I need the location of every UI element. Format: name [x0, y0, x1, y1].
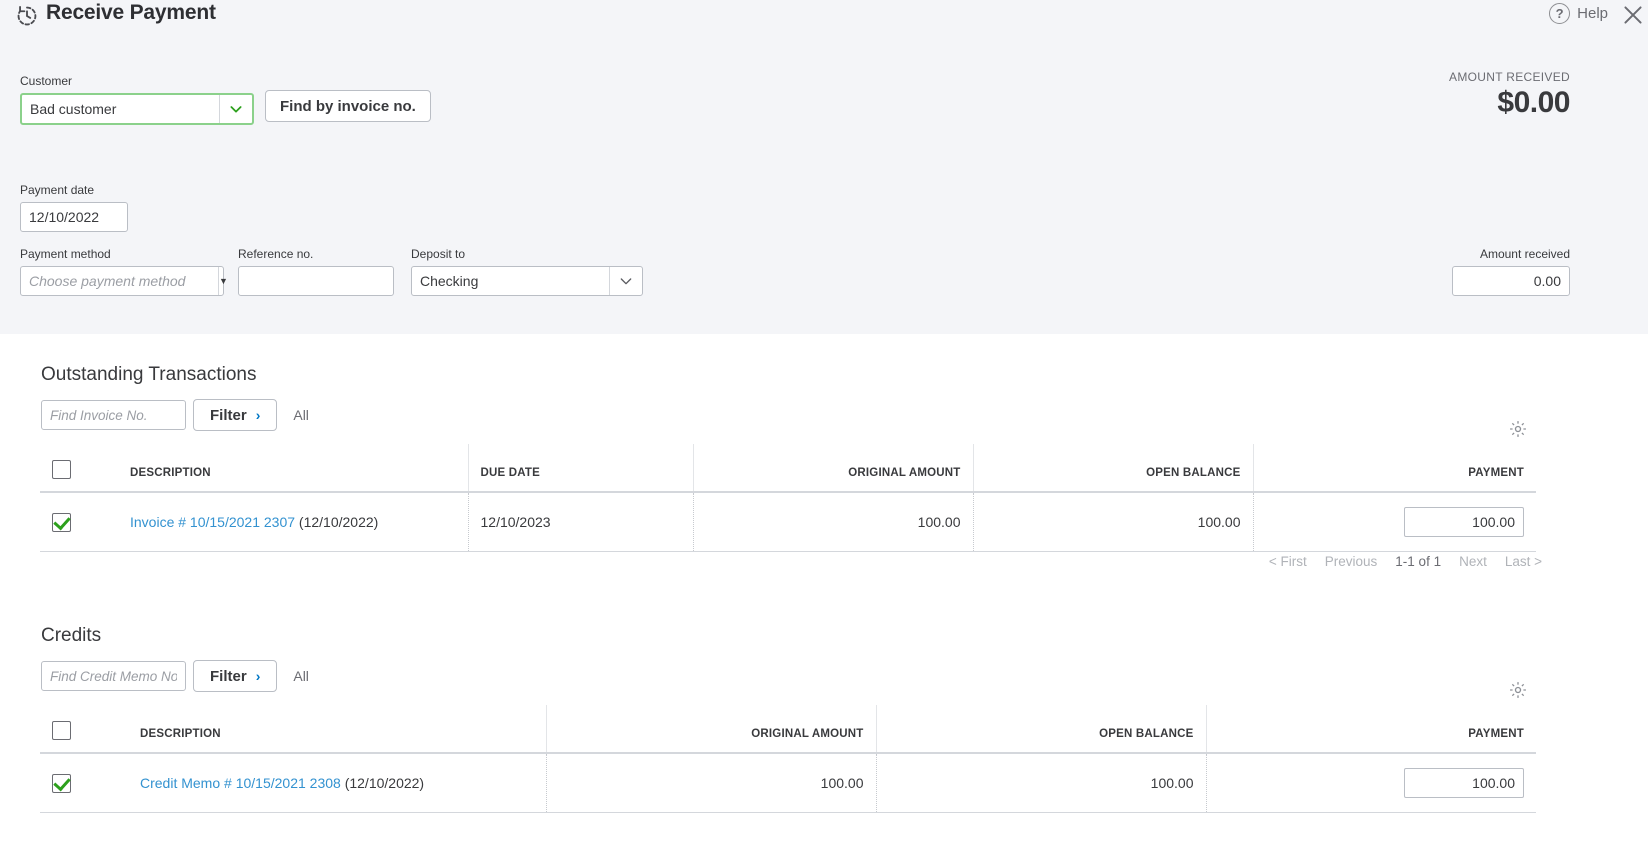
customer-input[interactable]: [22, 95, 219, 123]
chevron-right-icon: ›: [256, 668, 261, 684]
table-row: Credit Memo # 10/15/2021 2308 (12/10/202…: [40, 753, 1536, 813]
outstanding-toolbar: Filter › All: [41, 399, 309, 431]
credits-row-open-balance: 100.00: [876, 753, 1206, 813]
credits-all-label[interactable]: All: [293, 668, 309, 684]
amount-received-display: AMOUNT RECEIVED $0.00: [1449, 70, 1570, 120]
outstanding-row-open-balance: 100.00: [973, 492, 1253, 552]
reference-no-input[interactable]: [238, 266, 394, 296]
pager-next[interactable]: Next: [1459, 554, 1487, 569]
credits-col-original-amount: ORIGINAL AMOUNT: [546, 705, 876, 753]
credits-row-payment-cell: [1206, 753, 1536, 813]
outstanding-col-original-amount: ORIGINAL AMOUNT: [693, 444, 973, 492]
outstanding-row-payment-cell: [1253, 492, 1536, 552]
reference-no-label: Reference no.: [238, 247, 394, 261]
credits-toolbar: Filter › All: [41, 660, 309, 692]
find-invoice-input[interactable]: [41, 400, 186, 430]
payment-date-group: Payment date: [20, 183, 128, 232]
page-header: Receive Payment ? Help: [0, 0, 1648, 36]
outstanding-row-due-date: 12/10/2023: [468, 492, 693, 552]
customer-label: Customer: [20, 74, 254, 88]
question-circle-icon: ?: [1549, 3, 1570, 24]
credits-row-original-amount: 100.00: [546, 753, 876, 813]
chevron-down-icon[interactable]: [219, 95, 252, 123]
credits-gear-icon[interactable]: [1508, 680, 1528, 700]
payment-method-label: Payment method: [20, 247, 224, 261]
pager-last[interactable]: Last >: [1505, 554, 1542, 569]
credit-memo-date-suffix: (12/10/2022): [341, 775, 424, 791]
find-by-invoice-button[interactable]: Find by invoice no.: [265, 90, 431, 122]
amount-received-field-label: Amount received: [1452, 247, 1570, 261]
filter-label: Filter: [210, 668, 247, 685]
credits-row-description: Credit Memo # 10/15/2021 2308 (12/10/202…: [128, 753, 546, 813]
deposit-to-label: Deposit to: [411, 247, 643, 261]
deposit-to-group: Deposit to: [411, 247, 643, 296]
outstanding-col-open-balance: OPEN BALANCE: [973, 444, 1253, 492]
outstanding-gear-icon[interactable]: [1508, 419, 1528, 439]
invoice-link[interactable]: Invoice # 10/15/2021 2307: [130, 514, 295, 530]
find-credit-memo-input[interactable]: [41, 661, 186, 691]
outstanding-select-all-checkbox[interactable]: [52, 460, 71, 479]
outstanding-row-select-cell: [40, 492, 118, 552]
triangle-down-icon[interactable]: ▼: [218, 267, 228, 295]
pager-first[interactable]: < First: [1269, 554, 1307, 569]
outstanding-all-label[interactable]: All: [293, 407, 309, 423]
amount-received-input[interactable]: [1452, 266, 1570, 296]
credits-header-row: DESCRIPTION ORIGINAL AMOUNT OPEN BALANCE…: [40, 705, 1536, 753]
credits-filter-button[interactable]: Filter ›: [193, 660, 277, 692]
payment-method-group: Payment method ▼: [20, 247, 224, 296]
outstanding-col-payment: PAYMENT: [1253, 444, 1536, 492]
payment-method-input[interactable]: [21, 267, 218, 295]
credits-col-payment: PAYMENT: [1206, 705, 1536, 753]
outstanding-col-due-date: DUE DATE: [468, 444, 693, 492]
filter-label: Filter: [210, 407, 247, 424]
credits-payment-input[interactable]: [1404, 768, 1524, 798]
outstanding-title: Outstanding Transactions: [41, 364, 309, 386]
history-clock-icon[interactable]: [14, 3, 40, 29]
outstanding-payment-input[interactable]: [1404, 507, 1524, 537]
chevron-right-icon: ›: [256, 407, 261, 423]
payment-date-input[interactable]: [20, 202, 128, 232]
credits-select-all-checkbox[interactable]: [52, 721, 71, 740]
payment-method-combobox[interactable]: ▼: [20, 266, 224, 296]
pager-range: 1-1 of 1: [1395, 554, 1441, 569]
customer-field-group: Customer: [20, 74, 254, 125]
help-label: Help: [1577, 5, 1608, 22]
outstanding-row-checkbox[interactable]: [52, 513, 71, 532]
outstanding-filter-button[interactable]: Filter ›: [193, 399, 277, 431]
outstanding-table: DESCRIPTION DUE DATE ORIGINAL AMOUNT OPE…: [40, 444, 1536, 552]
outstanding-pagination: < First Previous 1-1 of 1 Next Last >: [1269, 554, 1542, 569]
credits-col-description: DESCRIPTION: [128, 705, 546, 753]
amount-received-value: $0.00: [1449, 86, 1570, 120]
invoice-date-suffix: (12/10/2022): [295, 514, 378, 530]
deposit-to-combobox[interactable]: [411, 266, 643, 296]
credits-row-checkbox[interactable]: [52, 774, 71, 793]
outstanding-header-row: DESCRIPTION DUE DATE ORIGINAL AMOUNT OPE…: [40, 444, 1536, 492]
credit-memo-link[interactable]: Credit Memo # 10/15/2021 2308: [140, 775, 341, 791]
credits-row-select-cell: [40, 753, 128, 813]
customer-combobox[interactable]: [20, 93, 254, 125]
credits-select-all-cell: [40, 705, 128, 753]
credits-table: DESCRIPTION ORIGINAL AMOUNT OPEN BALANCE…: [40, 705, 1536, 813]
help-button[interactable]: ? Help: [1549, 3, 1608, 24]
deposit-to-input[interactable]: [412, 267, 609, 295]
chevron-down-icon[interactable]: [609, 267, 642, 295]
outstanding-select-all-cell: [40, 444, 118, 492]
receive-payment-page: Receive Payment ? Help Customer Find: [0, 0, 1648, 856]
outstanding-row-original-amount: 100.00: [693, 492, 973, 552]
payment-form-panel: Customer Find by invoice no. AMOUNT RECE…: [0, 36, 1648, 334]
outstanding-row-description: Invoice # 10/15/2021 2307 (12/10/2022): [118, 492, 468, 552]
payment-date-label: Payment date: [20, 183, 128, 197]
credits-col-open-balance: OPEN BALANCE: [876, 705, 1206, 753]
page-title: Receive Payment: [46, 1, 216, 25]
pager-previous[interactable]: Previous: [1325, 554, 1378, 569]
reference-no-group: Reference no.: [238, 247, 394, 296]
outstanding-col-description: DESCRIPTION: [118, 444, 468, 492]
table-row: Invoice # 10/15/2021 2307 (12/10/2022) 1…: [40, 492, 1536, 552]
amount-received-caption: AMOUNT RECEIVED: [1449, 70, 1570, 84]
credits-title: Credits: [41, 625, 309, 647]
amount-received-field-group: Amount received: [1452, 247, 1570, 296]
close-x-icon[interactable]: [1620, 2, 1646, 28]
